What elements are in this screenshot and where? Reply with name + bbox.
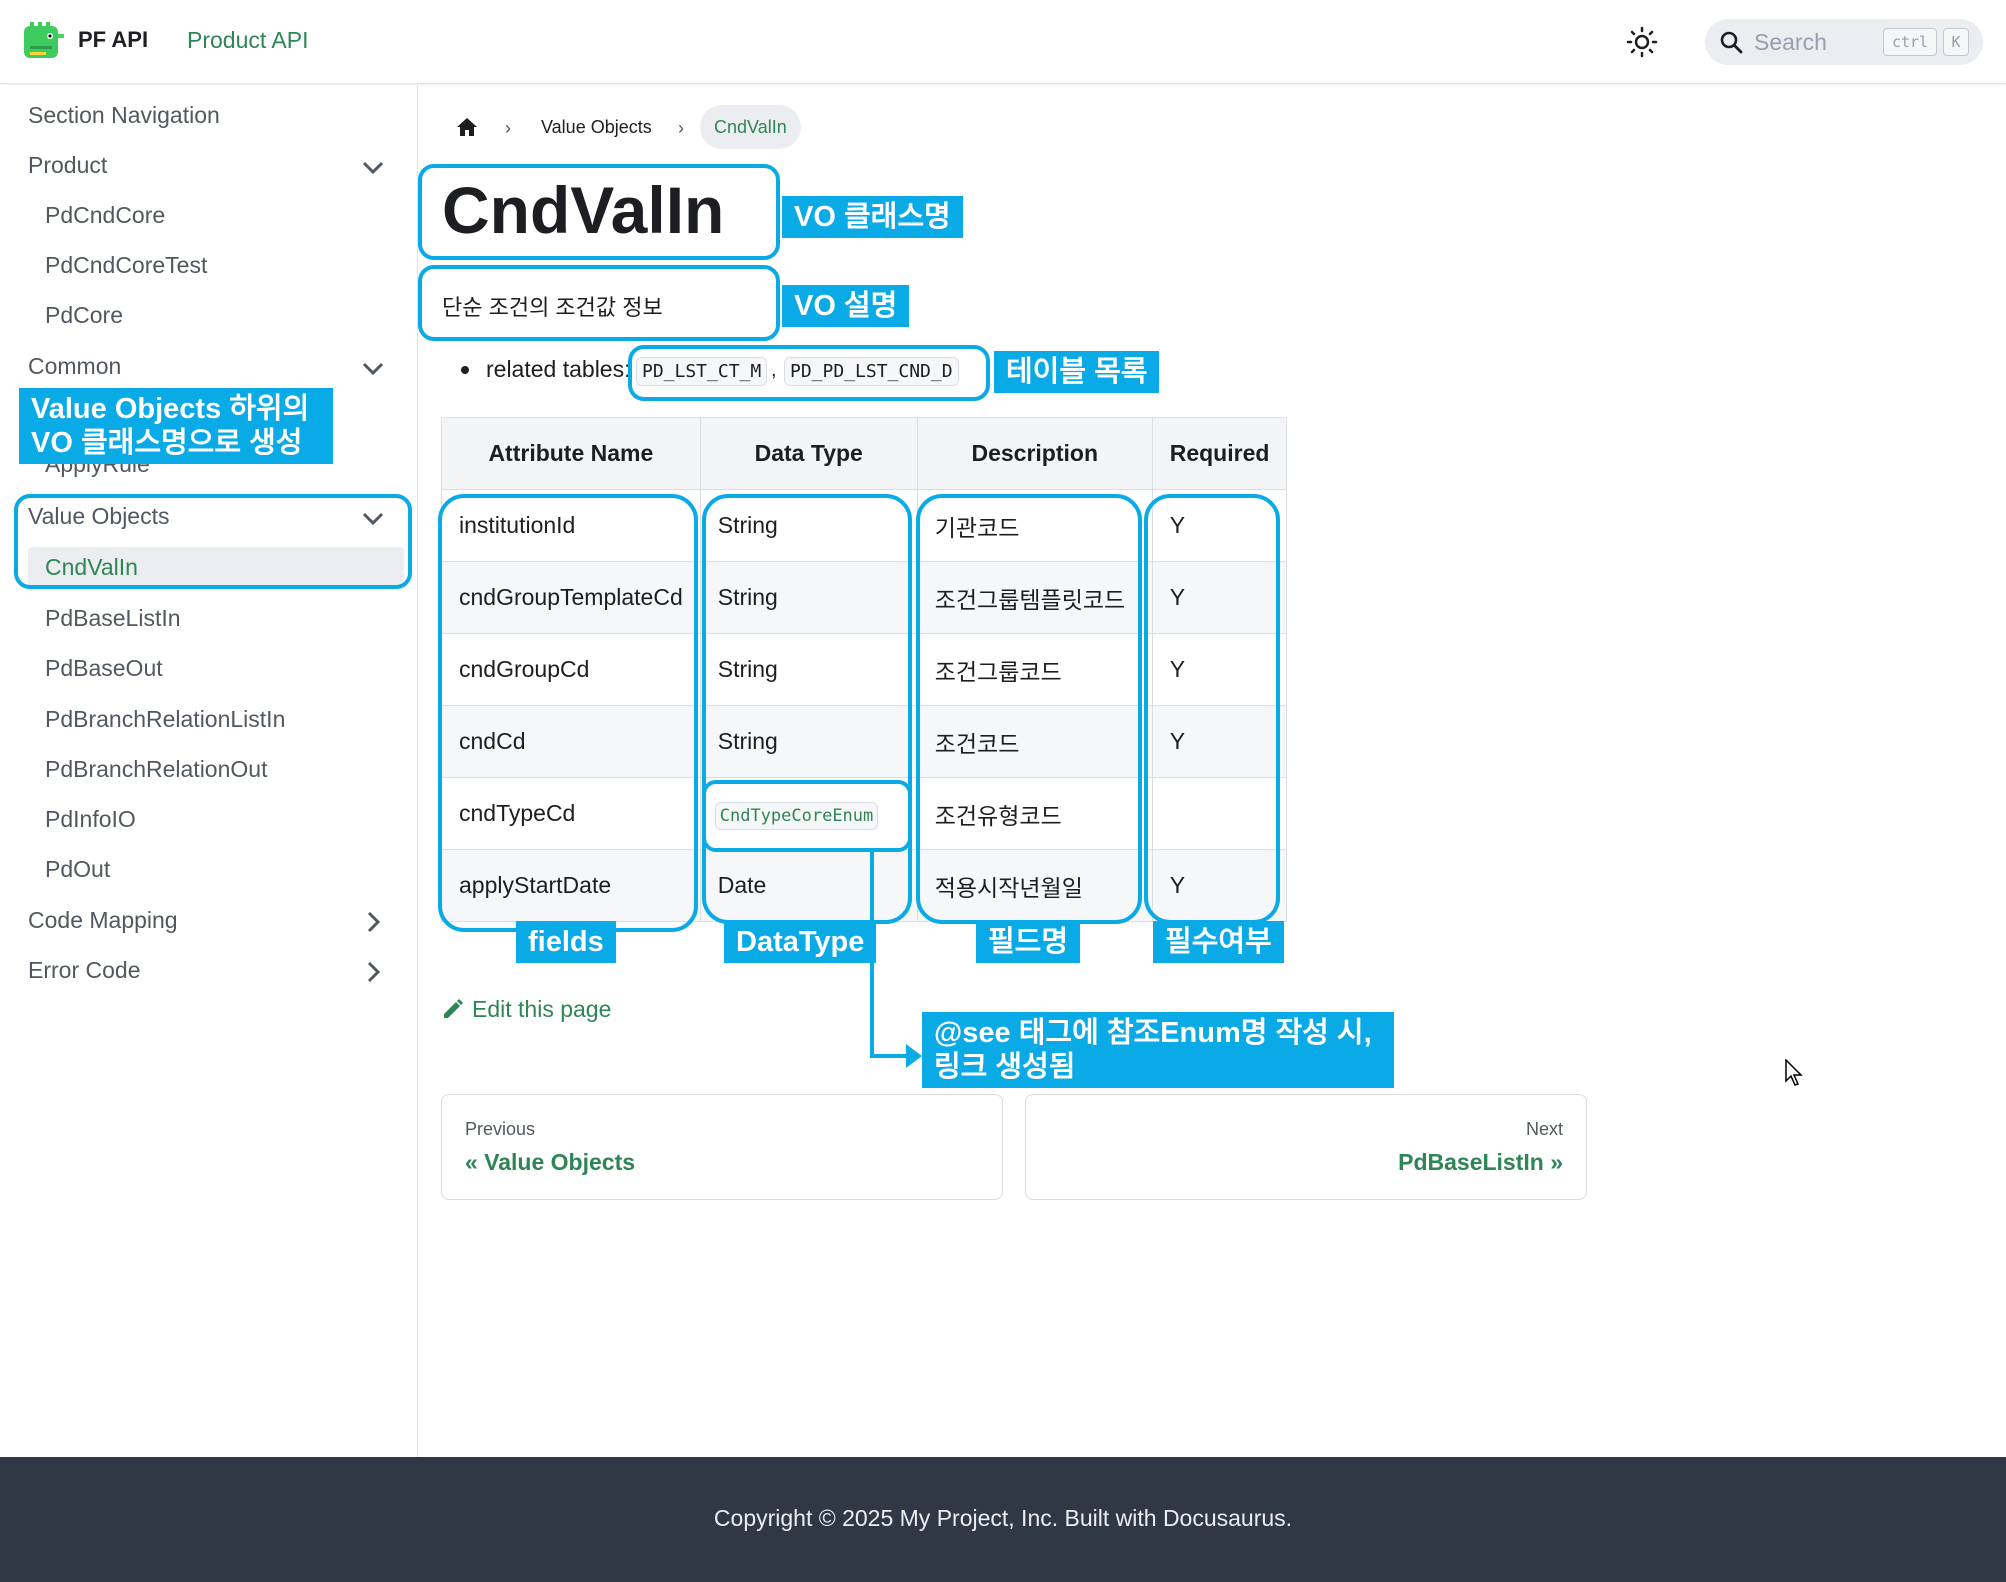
- breadcrumb-separator-icon: ›: [505, 118, 511, 138]
- header-description: Description: [916, 417, 1153, 490]
- footer-copyright: Copyright © 2025 My Project, Inc. Built …: [713, 1505, 1293, 1531]
- pagination-next[interactable]: Next PdBaseListIn »: [1025, 1094, 1587, 1200]
- pager-next-sub: Next: [1525, 1119, 1563, 1139]
- header-attribute-name: Attribute Name: [441, 417, 701, 490]
- annotation-see-note-line2: 링크 생성됨: [934, 1051, 1076, 1083]
- annotation-vo-class: VO 클래스명: [782, 196, 963, 238]
- sidebar-item-pdcndcore[interactable]: PdCndCore: [45, 202, 165, 229]
- chevron-down-icon[interactable]: [360, 154, 386, 180]
- sidebar-item-pdcndcoretest[interactable]: PdCndCoreTest: [45, 252, 207, 279]
- annotation-vo-desc: VO 설명: [782, 285, 910, 327]
- kbd-k: K: [1943, 28, 1969, 56]
- annotation-table-list: 테이블 목록: [994, 351, 1160, 393]
- edit-this-page-link[interactable]: Edit this page: [442, 996, 611, 1023]
- pagination-previous[interactable]: Previous « Value Objects: [441, 1094, 1003, 1200]
- sidebar-item-common[interactable]: Common: [28, 353, 121, 380]
- annotation-field-name: 필드명: [976, 921, 1081, 963]
- highlight-description: [418, 265, 780, 341]
- sidebar-item-code-mapping[interactable]: Code Mapping: [28, 907, 178, 934]
- annotation-required: 필수여부: [1153, 921, 1284, 963]
- annotation-sidebar-note-line1: Value Objects 하위의: [31, 393, 310, 425]
- sidebar-item-pdbaselistin[interactable]: PdBaseListIn: [45, 605, 181, 632]
- sidebar-item-pdout[interactable]: PdOut: [45, 856, 110, 883]
- nav-link-product-api[interactable]: Product API: [187, 27, 308, 54]
- pencil-icon: [444, 999, 463, 1018]
- sidebar-item-pdinfoio[interactable]: PdInfoIO: [45, 806, 136, 833]
- highlight-field-name: [916, 494, 1142, 924]
- sidebar: Section Navigation Product PdCndCore PdC…: [0, 85, 418, 1457]
- annotation-sidebar-note: Value Objects 하위의 VO 클래스명으로 생성: [19, 388, 333, 464]
- highlight-tables: [628, 345, 990, 401]
- chevron-right-icon[interactable]: [360, 909, 386, 935]
- highlight-required: [1144, 494, 1280, 924]
- arrow-right-icon: [906, 1044, 922, 1068]
- pager-prev-sub: Previous: [465, 1119, 536, 1139]
- sidebar-item-pdbaseout[interactable]: PdBaseOut: [45, 655, 163, 682]
- header-data-type: Data Type: [699, 417, 918, 490]
- sidebar-item-product[interactable]: Product: [28, 152, 107, 179]
- dinosaur-logo-icon[interactable]: [22, 20, 66, 60]
- sidebar-item-pdcore[interactable]: PdCore: [45, 302, 123, 329]
- brand-title[interactable]: PF API: [78, 27, 148, 53]
- navbar: PF API Product API Search ctrl K: [0, 0, 2006, 84]
- sidebar-item-pdbranchrelationlistin[interactable]: PdBranchRelationListIn: [45, 706, 285, 733]
- connector-line: [870, 1054, 910, 1058]
- search-button[interactable]: Search ctrl K: [1705, 19, 1983, 65]
- sidebar-item-pdbranchrelationout[interactable]: PdBranchRelationOut: [45, 756, 267, 783]
- sidebar-item-error-code[interactable]: Error Code: [28, 957, 140, 984]
- chevron-right-icon[interactable]: [360, 959, 386, 985]
- header-required: Required: [1151, 417, 1288, 490]
- sun-icon: [1626, 26, 1658, 58]
- footer: Copyright © 2025 My Project, Inc. Built …: [0, 1457, 2006, 1582]
- highlight-enum: [702, 780, 912, 852]
- breadcrumb-separator-icon: ›: [678, 118, 684, 138]
- edit-label: Edit this page: [472, 996, 612, 1022]
- pager-next-label: PdBaseListIn »: [1398, 1149, 1563, 1175]
- related-tables-label: related tables:: [486, 356, 631, 382]
- connector-line: [870, 852, 874, 1058]
- chevron-down-icon[interactable]: [360, 355, 386, 381]
- search-placeholder: Search: [1754, 29, 1827, 55]
- annotation-see-note-line1: @see 태그에 참조Enum명 작성 시,: [934, 1017, 1372, 1049]
- highlight-datatype: [702, 494, 912, 924]
- annotation-datatype: DataType: [724, 921, 877, 963]
- kbd-ctrl: ctrl: [1883, 28, 1937, 56]
- highlight-fields: [438, 494, 698, 932]
- highlight-title: [418, 164, 780, 260]
- theme-toggle-button[interactable]: [1624, 24, 1660, 60]
- mouse-cursor-icon: [1785, 1059, 1803, 1086]
- breadcrumb-value-objects[interactable]: Value Objects: [541, 105, 652, 149]
- sidebar-heading: Section Navigation: [28, 102, 220, 128]
- breadcrumb-current: CndValIn: [700, 105, 801, 149]
- pager-prev-label: « Value Objects: [465, 1149, 636, 1175]
- search-icon: [1720, 31, 1743, 54]
- home-icon[interactable]: [456, 117, 478, 137]
- annotation-sidebar-note-line2: VO 클래스명으로 생성: [31, 427, 303, 459]
- annotation-fields: fields: [516, 921, 616, 963]
- highlight-value-objects: [14, 494, 412, 589]
- bullet: [461, 366, 469, 374]
- annotation-see-note: @see 태그에 참조Enum명 작성 시, 링크 생성됨: [922, 1012, 1394, 1088]
